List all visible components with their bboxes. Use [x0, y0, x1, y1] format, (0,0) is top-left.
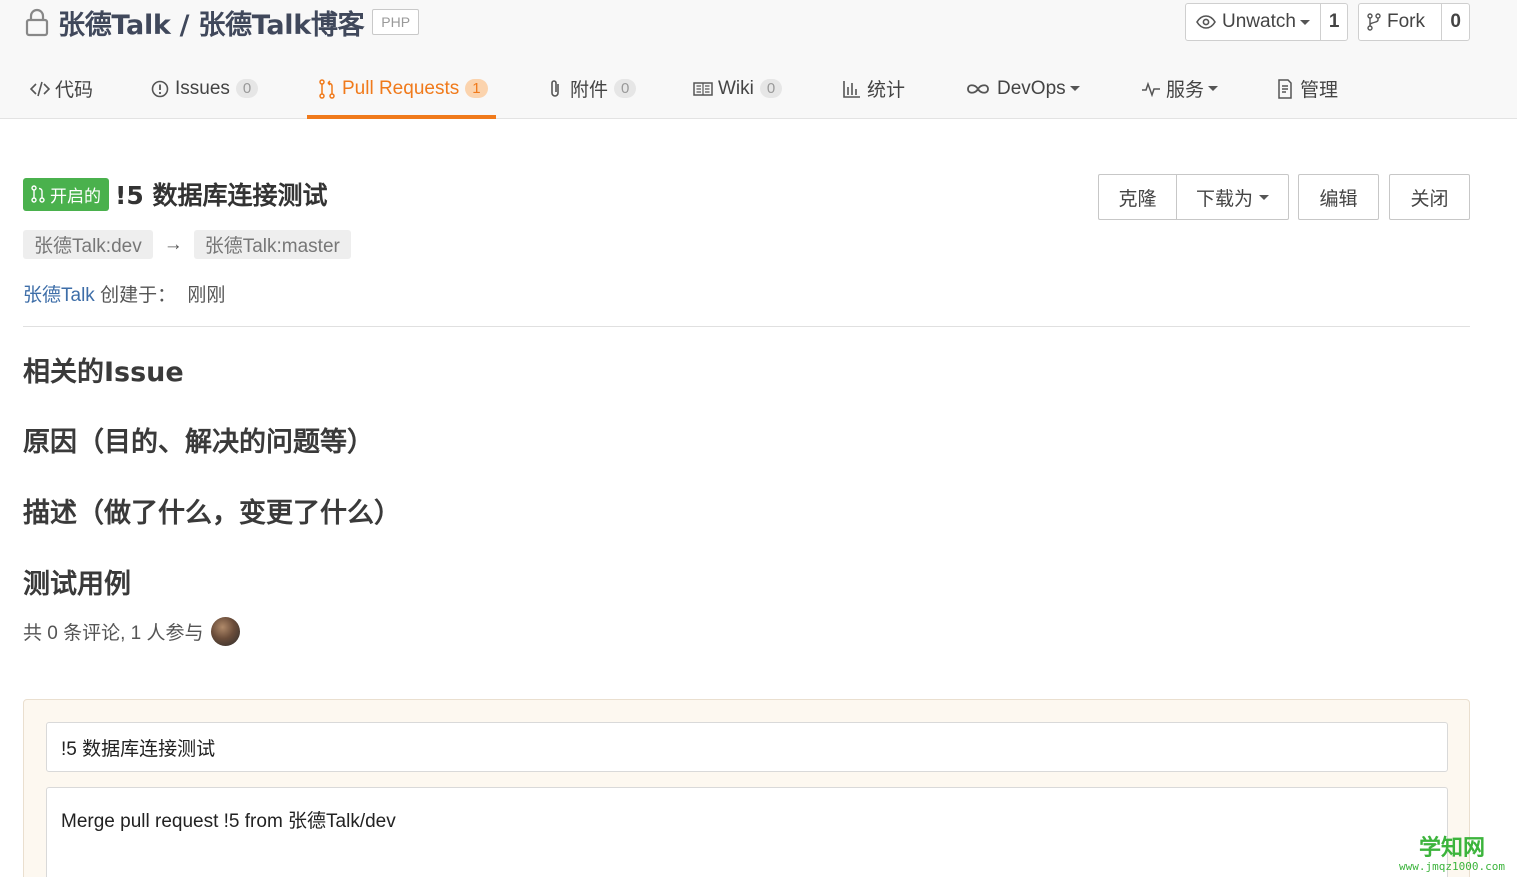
bar-chart-icon [842, 79, 862, 99]
pulse-icon [1141, 79, 1161, 99]
tab-count: 0 [235, 79, 259, 98]
download-as-label: 下载为 [1195, 188, 1253, 210]
fork-label: Fork [1387, 11, 1425, 32]
unwatch-button[interactable]: Unwatch [1186, 4, 1320, 40]
tab-issues[interactable]: Issues 0 [150, 58, 259, 119]
download-as-button[interactable]: 下载为 [1176, 174, 1289, 220]
unwatch-label: Unwatch [1222, 11, 1296, 32]
tab-count: 1 [465, 79, 488, 98]
watch-count[interactable]: 1 [1319, 4, 1348, 40]
close-button[interactable]: 关闭 [1389, 174, 1470, 220]
infinity-icon [964, 79, 992, 99]
tab-label: 管理 [1300, 80, 1339, 101]
fork-icon [1367, 13, 1381, 31]
created-label: 创建于： [100, 285, 177, 306]
book-icon [693, 79, 713, 99]
chevron-down-icon [1259, 194, 1269, 200]
repo-header: 张德Talk / 张德Talk博客 PHP Unwatch 1 Fork 0 代… [0, 0, 1517, 119]
tab-label: DevOps [997, 77, 1066, 99]
fork-count[interactable]: 0 [1441, 4, 1469, 40]
merge-message-textarea[interactable]: Merge pull request !5 from 张德Talk/dev [46, 787, 1448, 877]
tab-wiki[interactable]: Wiki 0 [693, 58, 783, 119]
fork-button[interactable]: Fork [1359, 4, 1441, 40]
chevron-down-icon [1069, 86, 1080, 91]
repo-name[interactable]: 张德Talk / 张德Talk博客 [58, 3, 365, 42]
merge-panel: !5 数据库连接测试 Merge pull request !5 from 张德… [23, 699, 1470, 877]
eye-icon [1196, 15, 1216, 29]
tab-admin[interactable]: 管理 [1275, 58, 1338, 119]
watermark: 学知网 www.jmqz1000.com [1399, 830, 1505, 873]
tab-pull-requests[interactable]: Pull Requests 1 [307, 58, 496, 119]
pull-request-icon [31, 185, 45, 203]
tab-label: 统计 [867, 80, 906, 101]
tab-label: Issues [175, 77, 230, 99]
clone-button[interactable]: 克隆 [1098, 174, 1176, 220]
comment-summary-text: 共 0 条评论, 1 人参与 [23, 623, 204, 644]
pull-request-icon [317, 78, 337, 99]
edit-button[interactable]: 编辑 [1298, 174, 1379, 220]
paperclip-icon [545, 79, 565, 99]
arrow-right-icon: → [163, 233, 183, 255]
watermark-url: www.jmqz1000.com [1399, 860, 1505, 873]
tab-label: Wiki [718, 77, 754, 99]
merge-title-input[interactable]: !5 数据库连接测试 [46, 722, 1448, 772]
tab-count: 0 [759, 79, 783, 98]
chevron-down-icon [1208, 86, 1219, 91]
tab-stats[interactable]: 统计 [842, 58, 905, 119]
tab-services[interactable]: 服务 [1141, 58, 1219, 119]
section-reason: 原因（目的、解决的问题等） [23, 427, 374, 458]
tab-label: Pull Requests [342, 77, 460, 99]
status-badge: 开启的 [23, 177, 109, 211]
issue-icon [150, 79, 170, 99]
repo-tabs: 代码 Issues 0 Pull Requests 1 附件 0 Wiki 0 … [0, 58, 1517, 119]
section-related-issue: 相关的Issue [23, 357, 184, 388]
pr-header: 开启的 !5 数据库连接测试 [23, 176, 328, 212]
created-time: 刚刚 [187, 285, 226, 306]
tab-count: 0 [614, 79, 637, 98]
branch-info: 张德Talk:dev → 张德Talk:master [23, 230, 351, 259]
divider [23, 326, 1470, 327]
tab-label: 代码 [55, 80, 94, 101]
section-test-cases: 测试用例 [23, 569, 131, 600]
document-icon [1275, 78, 1295, 99]
section-description: 描述（做了什么，变更了什么） [23, 498, 401, 529]
tab-devops[interactable]: DevOps [964, 58, 1080, 119]
tab-code[interactable]: 代码 [30, 58, 93, 119]
tab-attachments[interactable]: 附件 0 [545, 58, 637, 119]
repo-title-bar: 张德Talk / 张德Talk博客 PHP [24, 3, 420, 42]
chevron-down-icon [1299, 19, 1310, 25]
avatar[interactable] [210, 617, 240, 646]
watermark-name: 学知网 [1419, 836, 1486, 861]
tab-label: 附件 [570, 80, 609, 101]
watch-button-group[interactable]: Unwatch 1 [1185, 3, 1348, 41]
tab-label: 服务 [1166, 80, 1205, 101]
lock-icon [25, 8, 49, 37]
source-branch[interactable]: 张德Talk:dev [23, 230, 153, 259]
pr-actions: 克隆 下载为 编辑 关闭 [1098, 174, 1470, 220]
fork-button-group[interactable]: Fork 0 [1358, 3, 1470, 41]
pr-meta: 张德Talk 创建于： 刚刚 [23, 280, 225, 307]
comment-summary: 共 0 条评论, 1 人参与 [23, 617, 240, 646]
language-badge: PHP [372, 9, 420, 35]
code-icon [30, 79, 50, 99]
author-link[interactable]: 张德Talk [23, 285, 95, 306]
target-branch[interactable]: 张德Talk:master [193, 230, 351, 259]
pr-title: !5 数据库连接测试 [115, 181, 328, 210]
status-label: 开启的 [50, 186, 101, 206]
